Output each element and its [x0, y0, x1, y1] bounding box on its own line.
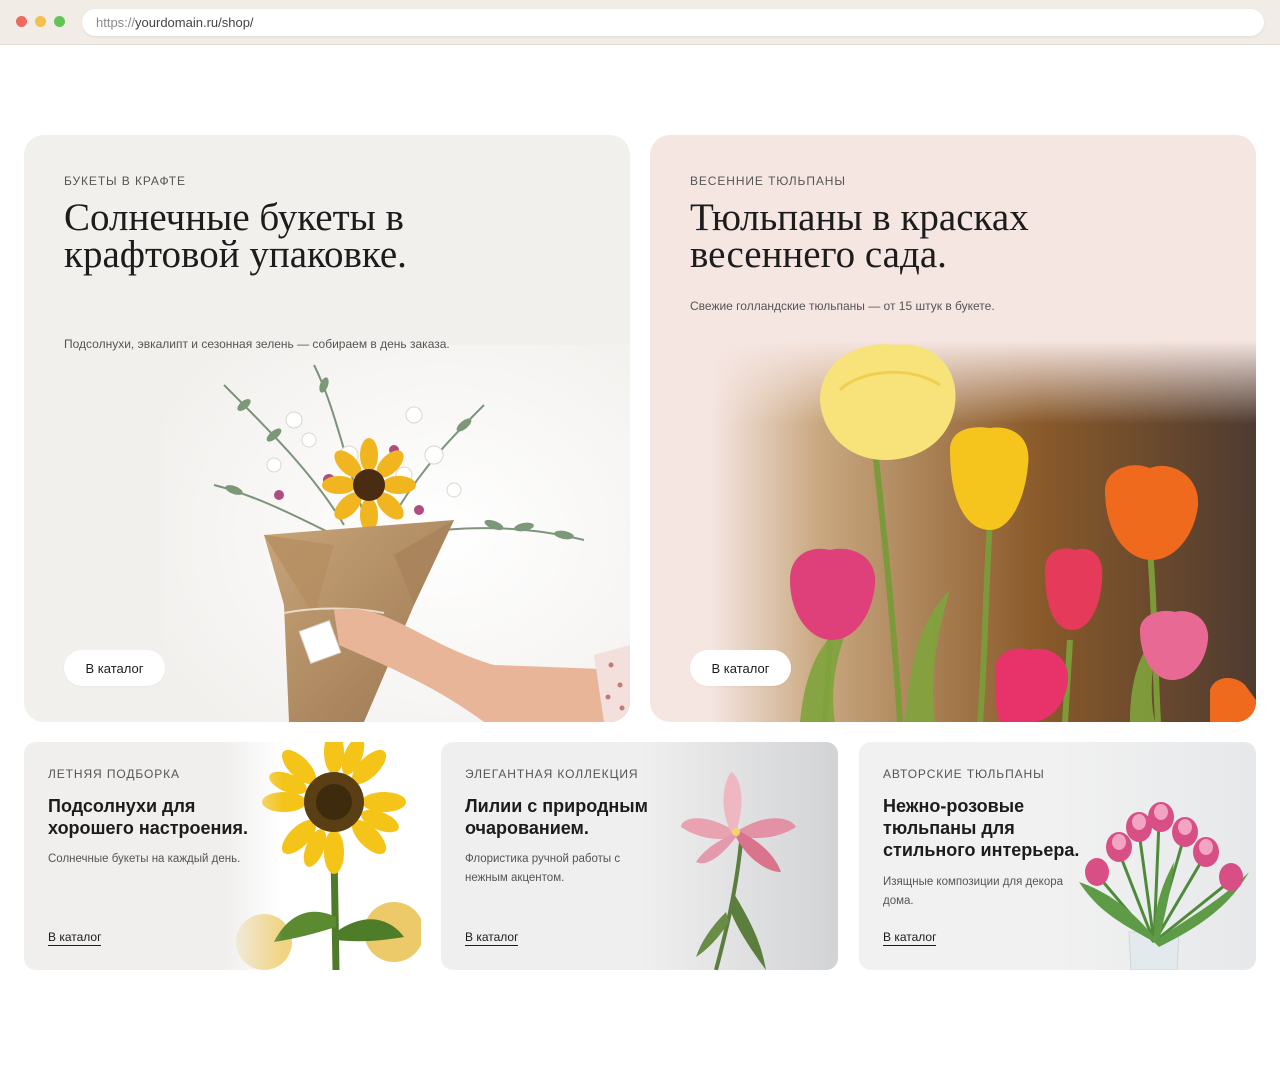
card-subtitle: Солнечные букеты на каждый день. [48, 853, 241, 865]
kraft-bouquet-illustration [164, 345, 630, 722]
card-spring-tulips: Весенние тюльпаны Тюльпаны в красках вес… [650, 135, 1256, 722]
card-title: Солнечные букеты в крафтовой упаковке. [64, 196, 407, 276]
minimize-window-icon[interactable] [35, 16, 46, 27]
card-kicker: Летняя подборка [48, 767, 180, 781]
catalog-link[interactable]: В каталог [465, 930, 519, 946]
lily-illustration [641, 742, 838, 970]
card-kicker: Элегантная коллекция [465, 767, 639, 781]
browser-toolbar: https://yourdomain.ru/shop/ [0, 0, 1280, 45]
card-lilies: Элегантная коллекция Лилии с природным о… [441, 742, 838, 970]
card-sunflowers: Летняя подборка Подсолнухи для хорошего … [24, 742, 421, 970]
card-title: Подсолнухи для хорошего настроения. [48, 796, 248, 838]
catalog-link[interactable]: В каталог [48, 930, 102, 946]
card-pink-tulips: Авторские тюльпаны Нежно-розовые тюльпан… [859, 742, 1256, 970]
card-kicker: Букеты в крафте [64, 174, 186, 188]
address-bar[interactable]: https://yourdomain.ru/shop/ [82, 9, 1264, 36]
url-path: yourdomain.ru/shop/ [135, 15, 254, 30]
close-window-icon[interactable] [16, 16, 27, 27]
catalog-button[interactable]: В каталог [690, 650, 791, 686]
card-subtitle: Флористика ручной работы с нежным акцент… [465, 853, 621, 884]
card-kicker: Весенние тюльпаны [690, 174, 846, 188]
url-text: https://yourdomain.ru/shop/ [96, 15, 254, 30]
card-subtitle: Изящные композиции для декора дома. [883, 876, 1064, 907]
card-subtitle: Подсолнухи, эвкалипт и сезонная зелень —… [64, 337, 450, 351]
card-title: Тюльпаны в красках весеннего сада. [690, 196, 1029, 276]
card-subtitle: Свежие голландские тюльпаны — от 15 штук… [690, 299, 995, 313]
catalog-button[interactable]: В каталог [64, 650, 165, 686]
card-kicker: Авторские тюльпаны [883, 767, 1045, 781]
tulips-illustration [710, 340, 1256, 722]
card-kraft-bouquets: Букеты в крафте Солнечные букеты в крафт… [24, 135, 630, 722]
maximize-window-icon[interactable] [54, 16, 65, 27]
url-protocol: https:// [96, 15, 136, 30]
catalog-link[interactable]: В каталог [883, 930, 937, 946]
card-title: Лилии с природным очарованием. [465, 796, 648, 838]
card-title: Нежно-розовые тюльпаны для стильного инт… [883, 796, 1080, 860]
